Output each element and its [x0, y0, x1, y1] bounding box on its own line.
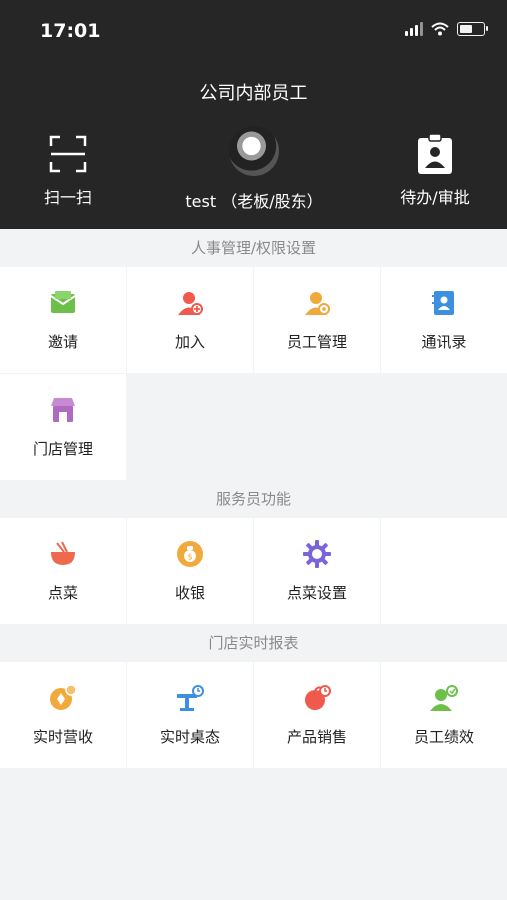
store-icon — [51, 397, 75, 422]
empty-cell — [254, 374, 380, 480]
section-title-hr: 人事管理/权限设置 — [0, 229, 507, 267]
table-status-icon — [177, 684, 204, 711]
gear-icon — [303, 539, 331, 568]
avatar — [229, 126, 279, 176]
menu-item-staff-performance[interactable]: 员工绩效 — [381, 662, 507, 768]
menu-item-product-sales[interactable]: 产品销售 — [254, 662, 380, 768]
empty-cell — [127, 374, 253, 480]
page-title: 公司内部员工 — [199, 83, 308, 104]
user-profile[interactable]: test （老板/股东） — [154, 126, 354, 212]
menu-item-table-status[interactable]: 实时桌态 — [127, 662, 253, 768]
wifi-icon — [431, 22, 449, 36]
svg-text:$: $ — [187, 552, 192, 561]
todo-approval-button[interactable]: 待办/审批 — [380, 132, 490, 208]
system-icons — [405, 22, 488, 36]
user-manage-icon — [305, 291, 330, 315]
scan-icon — [49, 135, 87, 173]
product-sales-icon — [305, 684, 331, 710]
report-grid: 实时营收 实时桌态 产品销售 员工绩效 — [0, 662, 507, 768]
menu-item-join[interactable]: 加入 — [127, 267, 253, 373]
menu-item-store-management[interactable]: 门店管理 — [0, 374, 126, 480]
section-title-report: 门店实时报表 — [0, 624, 507, 662]
empty-cell — [381, 518, 507, 624]
user-add-icon — [178, 291, 203, 315]
menu-item-order-settings[interactable]: 点菜设置 — [254, 518, 380, 624]
clipboard-user-icon — [418, 133, 452, 174]
top-header: 17:01 公司内部员工 扫一扫 test （老板/股东） 待办/审批 — [0, 0, 507, 229]
todo-label: 待办/审批 — [400, 188, 470, 207]
performance-icon — [430, 684, 458, 711]
empty-cell — [381, 374, 507, 480]
money-bag-icon: $ — [177, 540, 203, 567]
revenue-icon — [50, 683, 77, 710]
menu-item-invite[interactable]: 邀请 — [0, 267, 126, 373]
menu-item-order[interactable]: 点菜 — [0, 518, 126, 624]
menu-item-staff-management[interactable]: 员工管理 — [254, 267, 380, 373]
envelope-icon — [50, 290, 76, 313]
signal-icon — [405, 22, 423, 36]
status-bar: 17:01 — [0, 0, 507, 62]
scan-label: 扫一扫 — [43, 188, 92, 207]
scan-button[interactable]: 扫一扫 — [18, 132, 118, 208]
menu-item-realtime-revenue[interactable]: 实时营收 — [0, 662, 126, 768]
section-title-waiter: 服务员功能 — [0, 480, 507, 518]
waiter-grid: 点菜 $ 收银 点菜设置 — [0, 518, 507, 624]
menu-item-contacts[interactable]: 通讯录 — [381, 267, 507, 373]
bowl-icon — [51, 541, 75, 565]
hr-grid: 邀请 加入 员工管理 通讯录 门店管理 — [0, 267, 507, 480]
battery-icon — [457, 22, 488, 36]
user-label: test （老板/股东） — [185, 192, 323, 211]
contacts-icon — [432, 290, 454, 315]
status-time: 17:01 — [40, 20, 101, 42]
menu-item-cashier[interactable]: $ 收银 — [127, 518, 253, 624]
